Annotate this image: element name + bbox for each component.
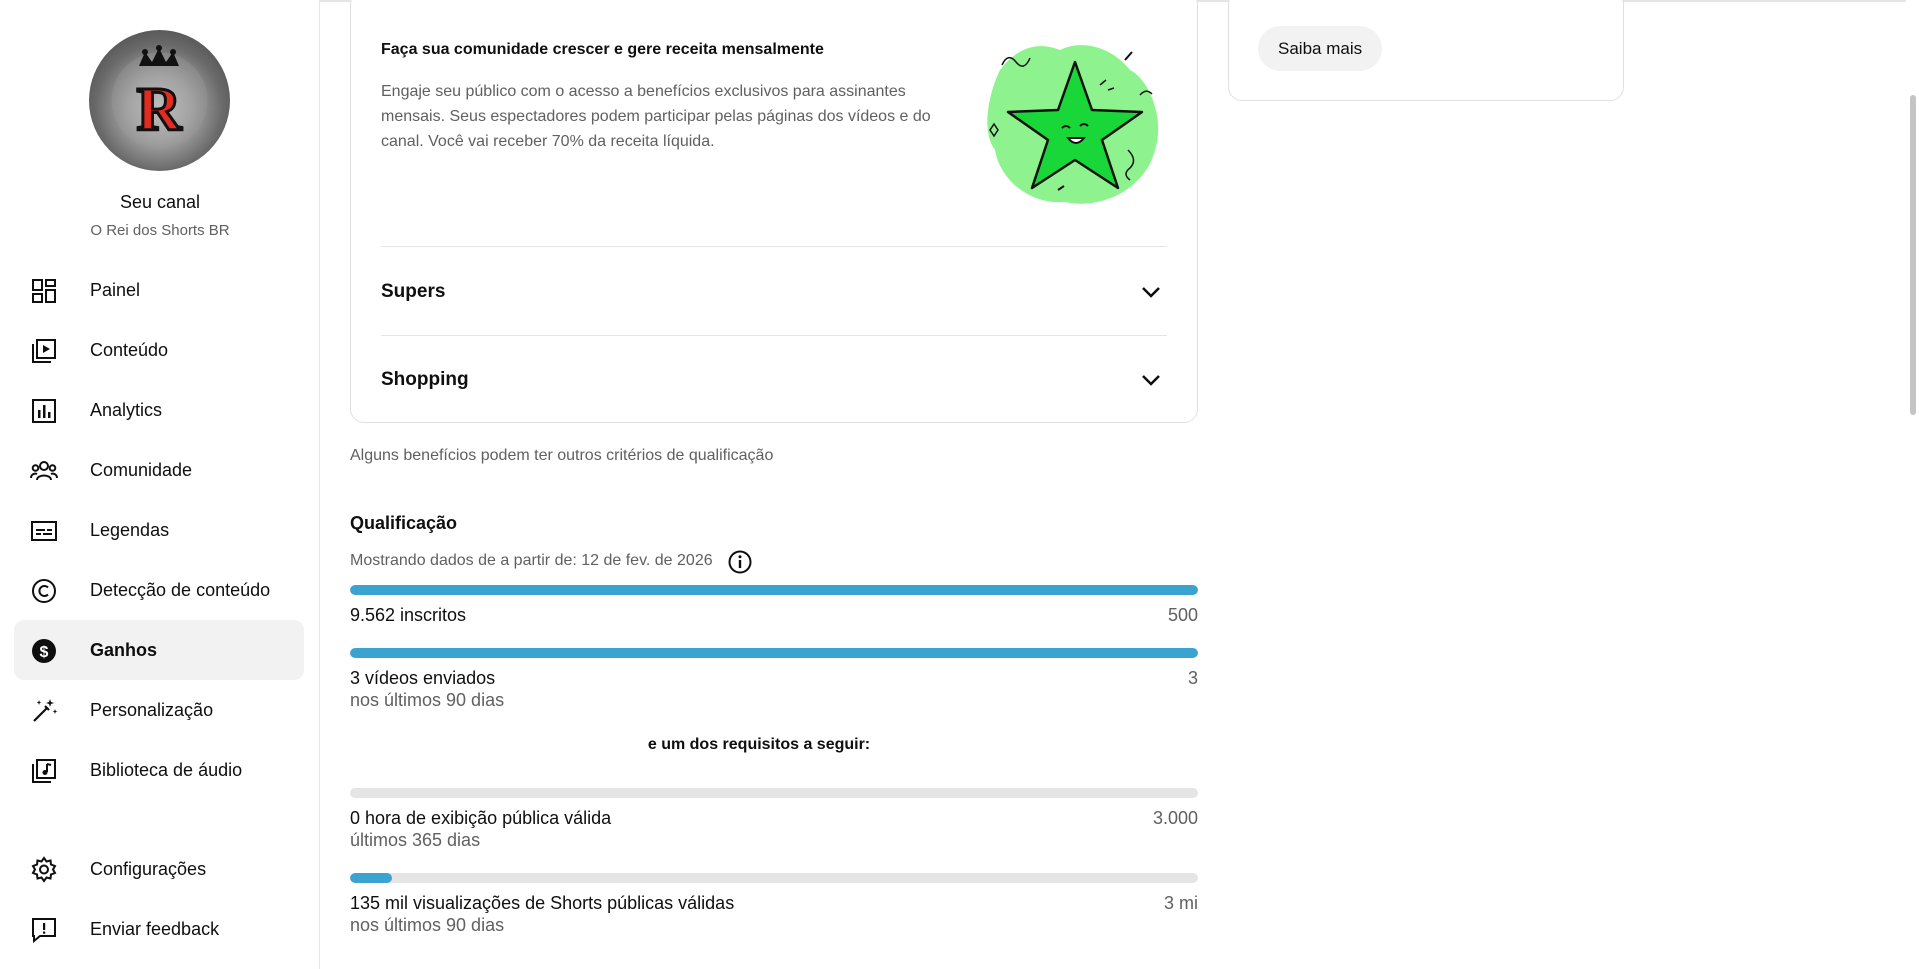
accordion-divider xyxy=(381,335,1167,336)
sidebar-item-label: Legendas xyxy=(90,519,170,540)
sidebar-item-label: Personalização xyxy=(90,699,214,720)
metric-watch-hours: 0 hora de exibição pública válida xyxy=(350,808,612,828)
sidebar-item-label: Conteúdo xyxy=(90,339,169,360)
progress-fill xyxy=(350,873,393,883)
sidebar: R Seu canal O Rei dos Shorts BR Painel C… xyxy=(0,0,320,969)
svg-text:R: R xyxy=(137,76,183,144)
sidebar-item-analytics[interactable]: Analytics xyxy=(14,380,304,440)
sidebar-item-deteccao[interactable]: Detecção de conteúdo xyxy=(14,560,304,620)
channel-name: O Rei dos Shorts BR xyxy=(90,222,230,239)
progress-fill xyxy=(350,585,1198,595)
sidebar-item-label: Comunidade xyxy=(90,459,193,480)
target-subscribers: 500 xyxy=(1167,605,1198,625)
progress-bar-videos xyxy=(350,648,1198,658)
magic-wand-icon xyxy=(33,699,58,722)
dollar-icon: $ xyxy=(32,639,56,663)
info-icon[interactable] xyxy=(727,549,753,575)
sidebar-item-configuracoes[interactable]: Configurações xyxy=(14,839,304,899)
accordion-divider xyxy=(381,246,1167,247)
svg-text:$: $ xyxy=(40,644,49,661)
channel-title: Seu canal xyxy=(119,192,201,212)
sidebar-item-conteudo[interactable]: Conteúdo xyxy=(14,320,304,380)
benefits-heading: Faça sua comunidade crescer e gere recei… xyxy=(381,41,824,58)
audio-library-icon xyxy=(32,759,56,783)
progress-bar-shorts-views xyxy=(350,873,1198,883)
scrollbar-thumb[interactable] xyxy=(1910,95,1916,415)
chevron-down-icon[interactable] xyxy=(1138,367,1164,393)
progress-bar-watch-hours xyxy=(350,788,1198,798)
target-watch-hours: 3.000 xyxy=(1152,808,1198,828)
sidebar-item-feedback[interactable]: Enviar feedback xyxy=(14,899,304,959)
sidebar-item-label: Analytics xyxy=(90,399,163,420)
sidebar-item-label: Configurações xyxy=(90,858,207,879)
content-icon xyxy=(32,339,56,363)
gear-icon xyxy=(31,856,57,883)
sidebar-item-label: Painel xyxy=(90,279,141,300)
metric-subscribers: 9.562 inscritos xyxy=(350,605,467,625)
sidebar-item-label: Enviar feedback xyxy=(90,918,220,939)
sidebar-item-painel[interactable]: Painel xyxy=(14,260,304,320)
community-icon xyxy=(30,461,58,481)
accordion-shopping-label[interactable]: Shopping xyxy=(381,369,469,391)
sidebar-item-label: Ganhos xyxy=(90,639,158,660)
sidebar-item-label: Detecção de conteúdo xyxy=(90,579,271,600)
qualification-title: Qualificação xyxy=(350,513,458,533)
learn-more-button[interactable]: Saiba mais xyxy=(1258,26,1383,71)
progress-bar-subscribers xyxy=(350,585,1198,595)
metric-shorts-views: 135 mil visualizações de Shorts públicas… xyxy=(350,893,735,913)
accordion-supers-label[interactable]: Supers xyxy=(381,281,445,303)
dashboard-icon xyxy=(32,279,56,303)
studio-earnings-page: R Seu canal O Rei dos Shorts BR Painel C… xyxy=(0,0,1919,969)
progress-fill xyxy=(350,648,1198,658)
metric-watch-hours-period: últimos 365 dias xyxy=(350,830,481,850)
sidebar-item-biblioteca[interactable]: Biblioteca de áudio xyxy=(14,740,304,800)
metric-videos-period: nos últimos 90 dias xyxy=(350,690,505,710)
benefits-description: Engaje seu público com o acesso a benefí… xyxy=(381,83,931,150)
sidebar-item-comunidade[interactable]: Comunidade xyxy=(14,440,304,500)
subtitles-icon xyxy=(31,521,57,541)
analytics-icon xyxy=(32,399,56,423)
avatar-logo-icon: R xyxy=(111,45,208,149)
sidebar-item-ganhos[interactable]: $ Ganhos xyxy=(14,620,304,680)
target-shorts-views: 3 mi xyxy=(1163,893,1198,913)
qualification-date: Mostrando dados de a partir de: 12 de fe… xyxy=(350,552,713,569)
metric-videos: 3 vídeos enviados xyxy=(350,668,496,688)
avatar[interactable]: R xyxy=(89,30,230,171)
sidebar-item-legendas[interactable]: Legendas xyxy=(14,500,304,560)
copyright-icon xyxy=(32,579,56,603)
chevron-down-icon[interactable] xyxy=(1138,279,1164,305)
sidebar-item-personalizacao[interactable]: Personalização xyxy=(14,680,304,740)
star-illustration xyxy=(987,45,1159,204)
or-requirement-text: e um dos requisitos a seguir: xyxy=(647,736,871,753)
eligibility-note: Alguns benefícios podem ter outros crité… xyxy=(350,447,774,464)
target-videos: 3 xyxy=(1187,668,1198,688)
metric-shorts-views-period: nos últimos 90 dias xyxy=(350,915,505,935)
feedback-icon xyxy=(32,918,56,944)
sidebar-item-label: Biblioteca de áudio xyxy=(90,759,243,780)
